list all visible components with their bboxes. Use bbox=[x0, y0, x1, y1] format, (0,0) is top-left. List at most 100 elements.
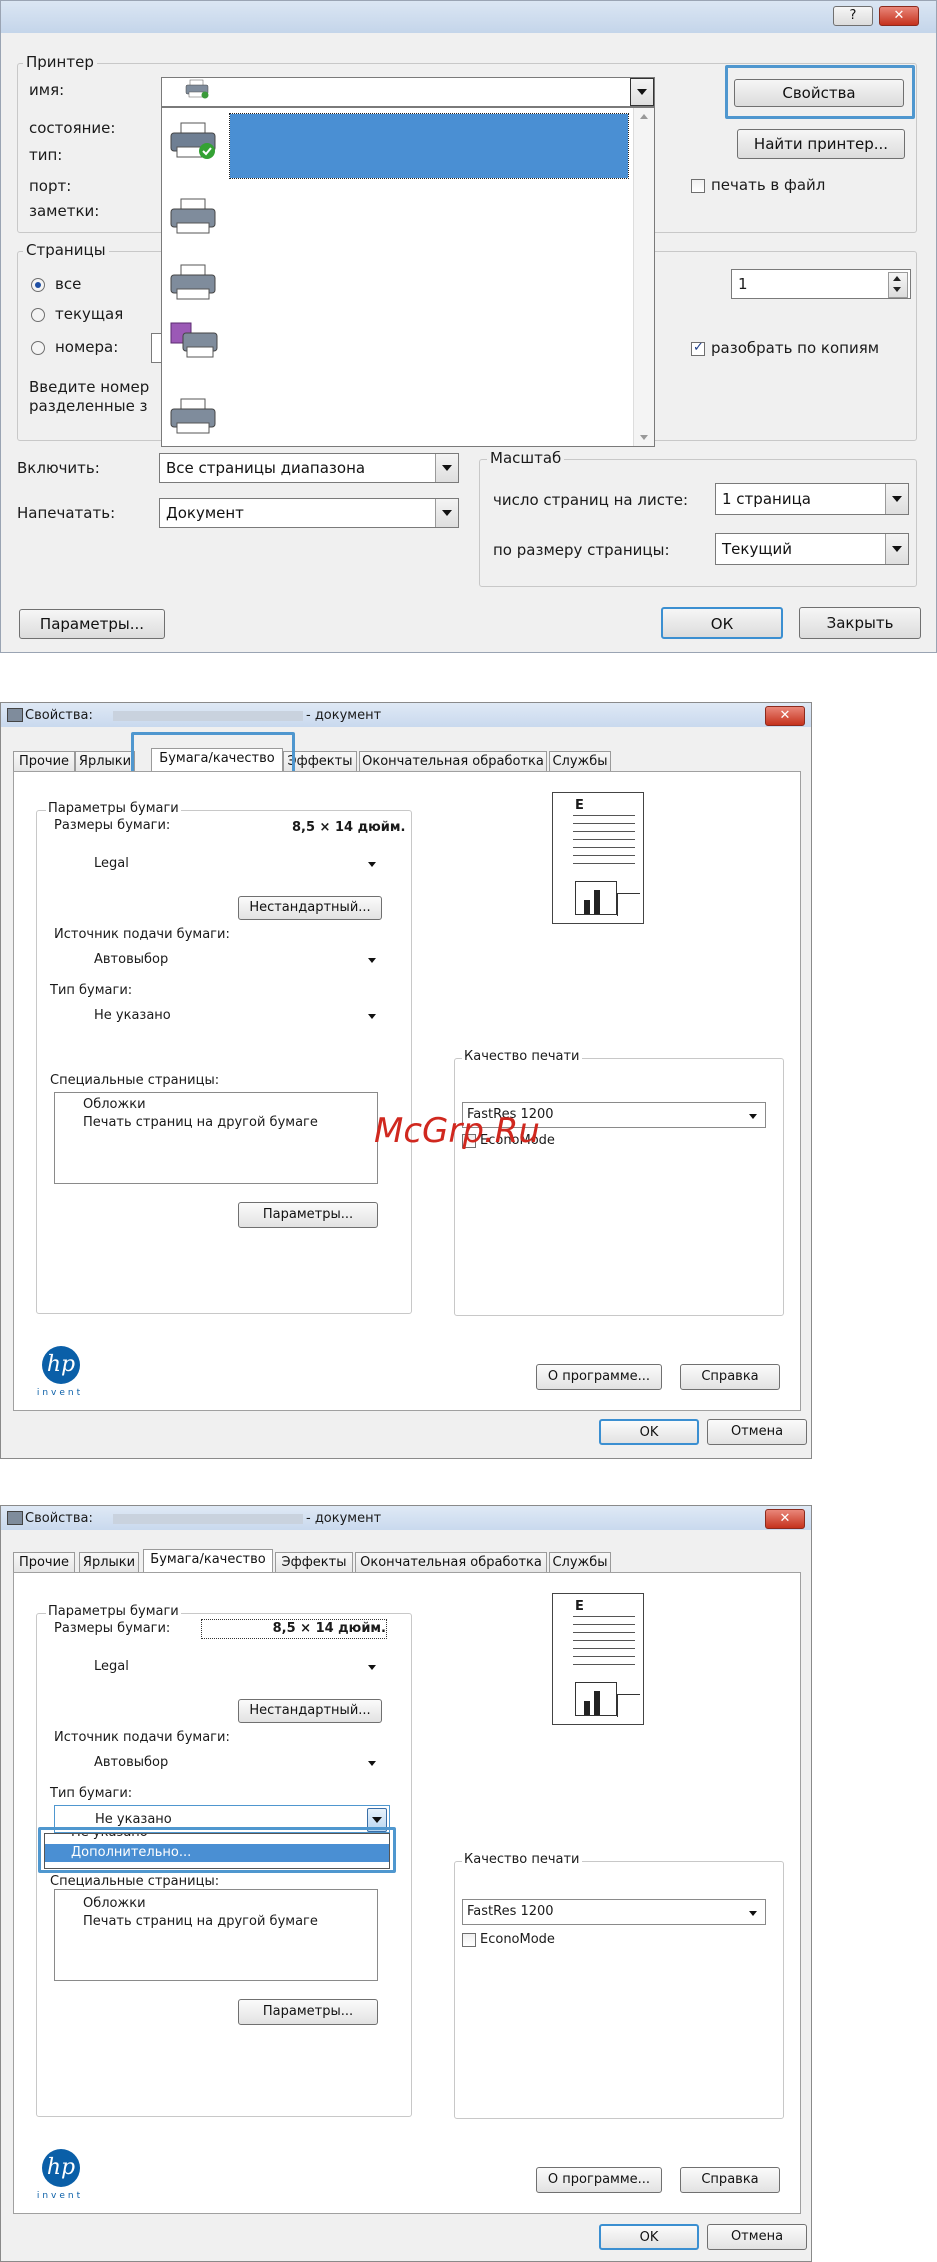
tab-finishing[interactable]: Окончательная обработка bbox=[359, 751, 547, 771]
radio-numbers[interactable] bbox=[31, 341, 45, 355]
tab-services[interactable]: Службы bbox=[549, 1552, 611, 1572]
close-dialog-button[interactable]: Закрыть bbox=[799, 607, 921, 639]
paper-size-combo-value: Legal bbox=[94, 856, 129, 871]
quality-combo[interactable]: FastRes 1200 bbox=[462, 1899, 766, 1925]
tab-services[interactable]: Службы bbox=[549, 751, 611, 771]
preview-letter: E bbox=[575, 1599, 584, 1614]
chevron-down-icon[interactable] bbox=[885, 484, 908, 514]
preview-line bbox=[573, 839, 635, 840]
tab-other[interactable]: Прочие bbox=[13, 1552, 75, 1572]
print-what-combo[interactable]: Документ bbox=[159, 498, 459, 528]
chevron-down-icon[interactable] bbox=[747, 1907, 759, 1919]
cancel-button[interactable]: Отмена bbox=[707, 1419, 807, 1445]
preview-bar bbox=[594, 1691, 600, 1715]
printer-title-icon bbox=[7, 1511, 23, 1525]
printer-list-selected[interactable] bbox=[229, 113, 629, 179]
radio-all[interactable] bbox=[31, 278, 45, 292]
tab-paper-quality[interactable]: Бумага/качество bbox=[143, 1549, 273, 1573]
preview-line bbox=[573, 1616, 635, 1617]
scroll-up-icon[interactable] bbox=[640, 114, 648, 119]
tab-shortcuts[interactable]: Ярлыки bbox=[75, 751, 135, 771]
tab-shortcuts[interactable]: Ярлыки bbox=[79, 1552, 139, 1572]
chevron-down-icon[interactable] bbox=[435, 454, 458, 482]
collate-label: разобрать по копиям bbox=[711, 339, 880, 357]
list-item[interactable]: Обложки bbox=[83, 1096, 146, 1114]
list-item[interactable]: Обложки bbox=[83, 1895, 146, 1913]
economode-checkbox[interactable] bbox=[462, 1933, 476, 1947]
special-params-button[interactable]: Параметры... bbox=[238, 1202, 378, 1228]
printer-list[interactable] bbox=[161, 107, 655, 447]
paper-size-value: 8,5 × 14 дюйм. bbox=[201, 1619, 387, 1639]
redacted-printer-name bbox=[113, 711, 303, 721]
paper-size-combo[interactable]: Legal bbox=[54, 1653, 384, 1681]
chevron-down-icon[interactable] bbox=[885, 534, 908, 564]
collate-checkbox[interactable]: ✓ bbox=[691, 340, 705, 356]
preview-letter: E bbox=[575, 798, 584, 813]
close-icon[interactable]: ✕ bbox=[765, 1509, 805, 1529]
tab-effects[interactable]: Эффекты bbox=[275, 1552, 353, 1572]
close-icon[interactable]: ✕ bbox=[765, 706, 805, 726]
printer-icon bbox=[169, 197, 219, 237]
spin-up-icon[interactable] bbox=[893, 276, 901, 281]
preview-bar bbox=[584, 1701, 590, 1715]
chevron-down-icon[interactable] bbox=[366, 1661, 378, 1673]
close-icon[interactable]: ✕ bbox=[879, 6, 919, 26]
list-scrollbar[interactable] bbox=[633, 108, 654, 446]
include-combo[interactable]: Все страницы диапазона bbox=[159, 453, 459, 483]
cancel-button[interactable]: Отмена bbox=[707, 2224, 807, 2250]
copies-input[interactable]: 1 bbox=[731, 269, 911, 299]
scroll-down-icon[interactable] bbox=[640, 435, 648, 440]
properties-button[interactable]: Свойства bbox=[734, 79, 904, 107]
printer-icon bbox=[169, 121, 219, 161]
paper-type-combo[interactable]: Не указано bbox=[54, 1002, 384, 1030]
special-params-button[interactable]: Параметры... bbox=[238, 1999, 378, 2025]
title-bar bbox=[1, 1, 936, 33]
quality-group-frame bbox=[454, 1058, 784, 1316]
help-button[interactable]: Справка bbox=[680, 2167, 780, 2193]
ok-button[interactable]: OK bbox=[599, 1419, 699, 1445]
custom-size-button[interactable]: Нестандартный... bbox=[238, 1699, 382, 1723]
paper-type-label: Тип бумаги: bbox=[50, 983, 133, 998]
params-button[interactable]: Параметры... bbox=[19, 609, 165, 639]
fit-value: Текущий bbox=[722, 540, 792, 558]
help-button[interactable]: ? bbox=[833, 6, 873, 26]
list-item[interactable]: Печать страниц на другой бумаге bbox=[83, 1913, 318, 1931]
radio-current[interactable] bbox=[31, 308, 45, 322]
tab-finishing[interactable]: Окончательная обработка bbox=[355, 1552, 547, 1572]
paper-type-value: Не указано bbox=[94, 1008, 171, 1023]
help-button[interactable]: Справка bbox=[680, 1364, 780, 1390]
fit-combo[interactable]: Текущий bbox=[715, 533, 909, 565]
about-button[interactable]: О программе... bbox=[536, 2167, 662, 2193]
chevron-down-icon[interactable] bbox=[747, 1110, 759, 1122]
paper-size-combo[interactable]: Legal bbox=[54, 850, 384, 878]
about-button[interactable]: О программе... bbox=[536, 1364, 662, 1390]
chevron-down-icon[interactable] bbox=[366, 858, 378, 870]
chevron-down-icon[interactable] bbox=[630, 78, 654, 106]
chevron-down-icon[interactable] bbox=[435, 499, 458, 527]
chevron-down-icon[interactable] bbox=[366, 1757, 378, 1769]
list-item[interactable]: Печать страниц на другой бумаге bbox=[83, 1114, 318, 1132]
chevron-down-icon[interactable] bbox=[366, 1010, 378, 1022]
special-pages-list[interactable]: Обложки Печать страниц на другой бумаге bbox=[54, 1092, 378, 1184]
ok-button[interactable]: OK bbox=[599, 2224, 699, 2250]
preview-line bbox=[573, 823, 635, 824]
printer-name-combo[interactable] bbox=[161, 77, 655, 107]
radio-numbers-label: номера: bbox=[55, 338, 119, 356]
special-pages-list[interactable]: Обложки Печать страниц на другой бумаге bbox=[54, 1889, 378, 1981]
pages-hint-line1: Введите номер bbox=[29, 378, 150, 396]
ok-button[interactable]: ОК bbox=[661, 607, 783, 639]
paper-source-combo[interactable]: Автовыбор bbox=[54, 946, 384, 974]
special-pages-label: Специальные страницы: bbox=[50, 1073, 220, 1088]
watermark-text: McGrp.Ru bbox=[374, 1111, 540, 1151]
spin-down-icon[interactable] bbox=[893, 287, 901, 292]
preview-line bbox=[573, 815, 635, 816]
print-to-file-checkbox[interactable] bbox=[691, 179, 705, 193]
find-printer-button[interactable]: Найти принтер... bbox=[737, 129, 905, 159]
paper-source-combo[interactable]: Автовыбор bbox=[54, 1749, 384, 1777]
tab-other[interactable]: Прочие bbox=[13, 751, 75, 771]
custom-size-button[interactable]: Нестандартный... bbox=[238, 896, 382, 920]
print-what-label: Напечатать: bbox=[17, 504, 116, 522]
chevron-down-icon[interactable] bbox=[366, 954, 378, 966]
copies-spinner[interactable] bbox=[888, 272, 908, 298]
pages-per-sheet-combo[interactable]: 1 страница bbox=[715, 483, 909, 515]
